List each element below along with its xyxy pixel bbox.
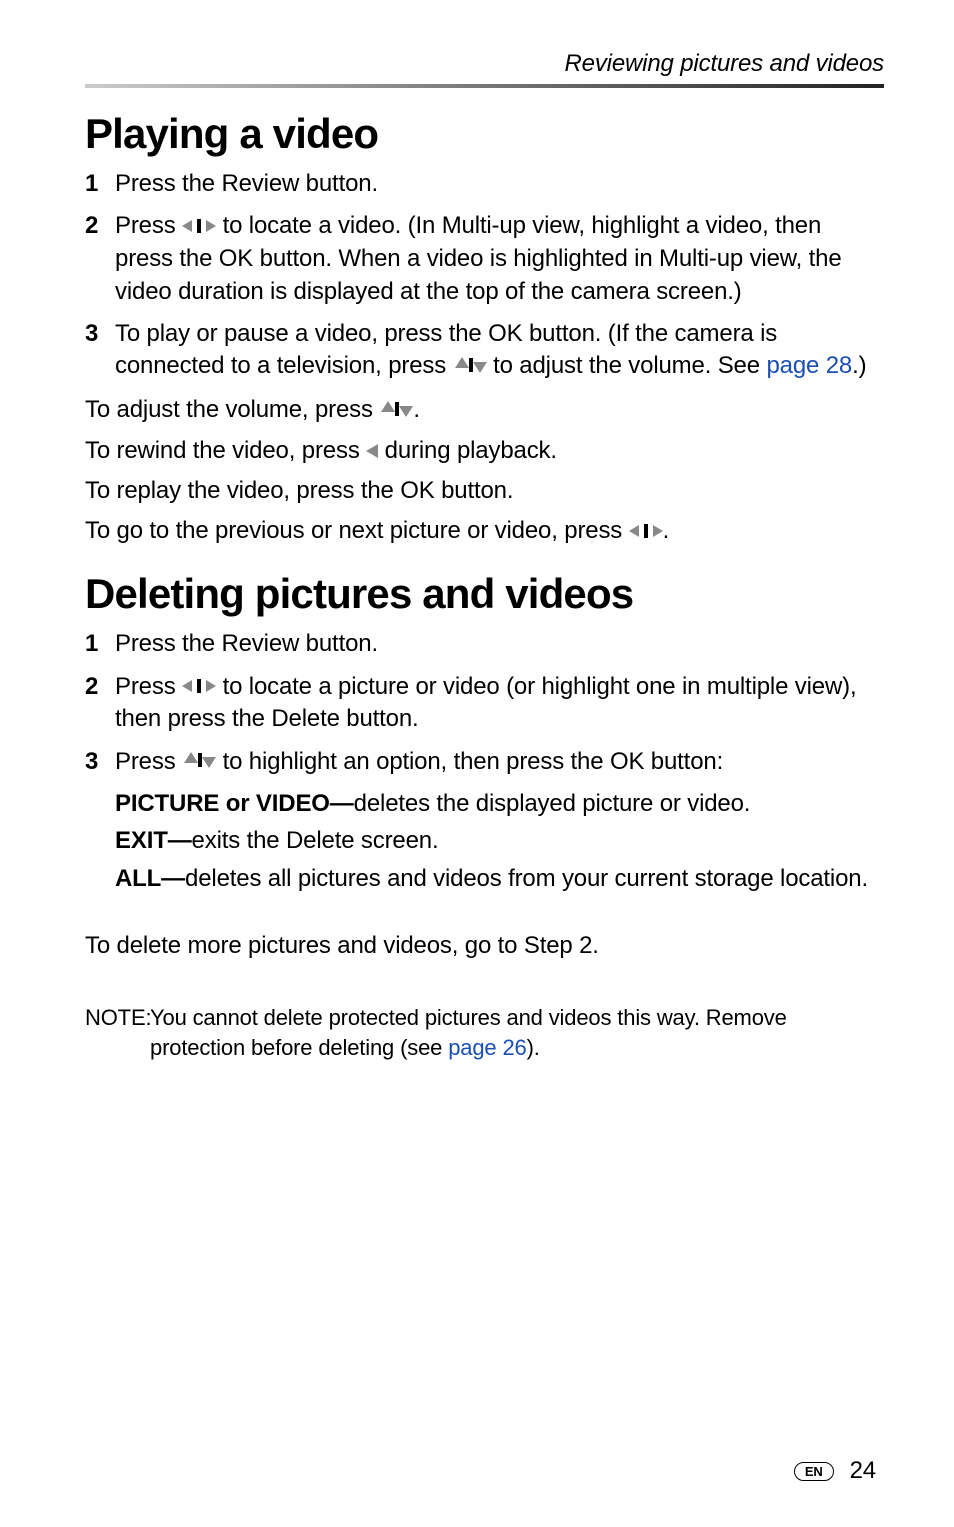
step-a1: 1 Press the Review button. (85, 168, 884, 200)
sub-label: PICTURE or VIDEO— (115, 790, 354, 817)
sub-label: ALL— (115, 865, 185, 892)
step-text: To play or pause a video, press the OK b… (115, 318, 884, 383)
line-replay: To replay the video, press the OK button… (85, 474, 884, 508)
page-footer: EN 24 (794, 1457, 876, 1485)
sub-text: deletes the displayed picture or video. (354, 790, 751, 817)
step-text: Press to locate a picture or video (or h… (115, 671, 884, 736)
line-volume: To adjust the volume, press . (85, 393, 884, 427)
step-b2: 2 Press to locate a picture or video (or… (85, 671, 884, 736)
after-steps: To delete more pictures and videos, go t… (85, 929, 884, 963)
sub-picture-video: PICTURE or VIDEO—deletes the displayed p… (115, 787, 884, 821)
header-rule (85, 84, 884, 88)
line-rewind: To rewind the video, press during playba… (85, 434, 884, 468)
section-a-title: Playing a video (85, 110, 884, 158)
up-down-icon (379, 393, 413, 427)
step-a2: 2 Press to locate a video. (In Multi-up … (85, 210, 884, 308)
sub-text: exits the Delete screen. (192, 827, 439, 854)
step-number: 1 (85, 168, 115, 200)
step-b1: 1 Press the Review button. (85, 628, 884, 660)
left-right-icon (182, 670, 216, 702)
step-b3: 3 Press to highlight an option, then pre… (85, 746, 884, 900)
step-text: Press the Review button. (115, 628, 884, 660)
note-block: NOTE: You cannot delete protected pictur… (85, 1003, 884, 1062)
step-text: Press the Review button. (115, 168, 884, 200)
line-prevnext: To go to the previous or next picture or… (85, 514, 884, 548)
section-b-title: Deleting pictures and videos (85, 570, 884, 618)
step-a3: 3 To play or pause a video, press the OK… (85, 318, 884, 383)
up-down-icon (182, 745, 216, 777)
left-right-icon (182, 210, 216, 242)
left-right-icon (629, 514, 663, 548)
link-page-28[interactable]: page 28 (766, 352, 852, 379)
step-number: 2 (85, 210, 115, 308)
sub-all: ALL—deletes all pictures and videos from… (115, 862, 884, 896)
left-icon (366, 434, 378, 468)
lang-badge: EN (794, 1462, 834, 1481)
step-number: 3 (85, 746, 115, 900)
page-number: 24 (850, 1457, 876, 1485)
up-down-icon (453, 350, 487, 382)
step-text: Press to highlight an option, then press… (115, 746, 884, 900)
note-label: NOTE: (85, 1003, 150, 1062)
sub-exit: EXIT—exits the Delete screen. (115, 824, 884, 858)
sub-text: deletes all pictures and videos from you… (185, 865, 868, 892)
step-number: 1 (85, 628, 115, 660)
step-text: Press to locate a video. (In Multi-up vi… (115, 210, 884, 308)
sub-label: EXIT— (115, 827, 192, 854)
note-body: You cannot delete protected pictures and… (150, 1003, 884, 1062)
step-number: 2 (85, 671, 115, 736)
running-header: Reviewing pictures and videos (85, 50, 884, 78)
link-page-26[interactable]: page 26 (448, 1035, 526, 1060)
step-number: 3 (85, 318, 115, 383)
